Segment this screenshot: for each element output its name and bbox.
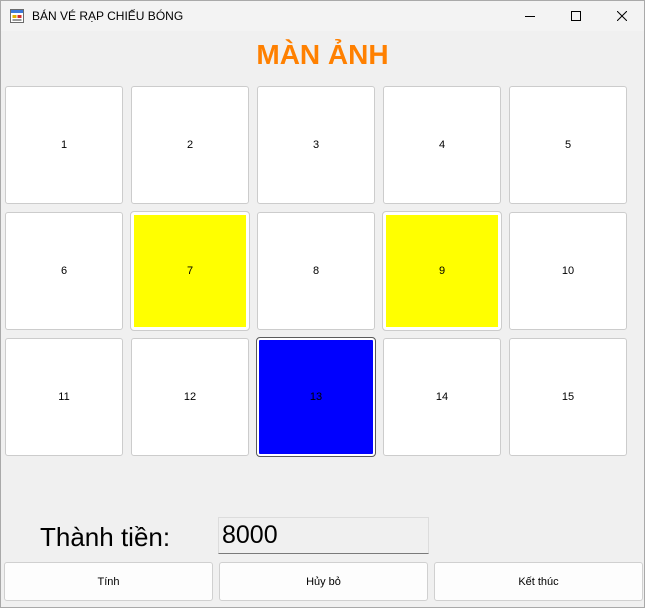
maximize-icon <box>571 11 581 21</box>
total-field[interactable]: 8000 <box>218 517 429 554</box>
seat-number: 14 <box>435 391 449 403</box>
total-label: Thành tiền: <box>40 522 171 552</box>
seat-button-5[interactable]: 5 <box>509 86 627 204</box>
app-icon <box>10 9 24 23</box>
maximize-button[interactable] <box>553 1 599 31</box>
seat-button-15[interactable]: 15 <box>509 338 627 456</box>
seat-number: 3 <box>312 139 320 151</box>
minimize-button[interactable] <box>507 1 553 31</box>
seat-number: 11 <box>58 391 70 403</box>
app-window: BÁN VÉ RẠP CHIẾU BÓNG MÀN ẢNH 1234567891… <box>0 0 645 608</box>
title-bar[interactable]: BÁN VÉ RẠP CHIẾU BÓNG <box>1 1 644 31</box>
seat-button-4[interactable]: 4 <box>383 86 501 204</box>
seat-button-1[interactable]: 1 <box>5 86 123 204</box>
seat-number: 13 <box>309 391 323 403</box>
seat-number: 15 <box>561 391 575 403</box>
close-icon <box>617 11 627 21</box>
seat-button-8[interactable]: 8 <box>257 212 375 330</box>
seat-number: 12 <box>183 391 197 403</box>
seat-button-3[interactable]: 3 <box>257 86 375 204</box>
seat-number: 4 <box>438 139 446 151</box>
seat-button-10[interactable]: 10 <box>509 212 627 330</box>
seat-button-14[interactable]: 14 <box>383 338 501 456</box>
calculate-button[interactable]: Tính <box>4 562 213 601</box>
seat-number: 8 <box>312 265 320 277</box>
seat-button-7[interactable]: 7 <box>130 211 250 331</box>
seat-number: 2 <box>186 139 194 151</box>
seat-button-6[interactable]: 6 <box>5 212 123 330</box>
seat-button-13[interactable]: 13 <box>256 337 376 457</box>
seat-number: 10 <box>561 265 575 277</box>
seat-button-9[interactable]: 9 <box>382 211 502 331</box>
seat-number: 7 <box>186 265 194 277</box>
window-title: BÁN VÉ RẠP CHIẾU BÓNG <box>32 9 184 23</box>
seat-number: 6 <box>60 265 68 277</box>
minimize-icon <box>525 16 535 17</box>
cancel-button[interactable]: Hủy bỏ <box>219 562 428 601</box>
exit-button[interactable]: Kết thúc <box>434 562 643 601</box>
close-button[interactable] <box>599 1 645 31</box>
seat-button-11[interactable]: 11 <box>5 338 123 456</box>
seat-button-12[interactable]: 12 <box>131 338 249 456</box>
seat-button-2[interactable]: 2 <box>131 86 249 204</box>
screen-label: MÀN ẢNH <box>256 39 389 70</box>
seat-number: 9 <box>438 265 446 277</box>
seat-number: 1 <box>60 139 68 151</box>
seat-number: 5 <box>564 139 572 151</box>
